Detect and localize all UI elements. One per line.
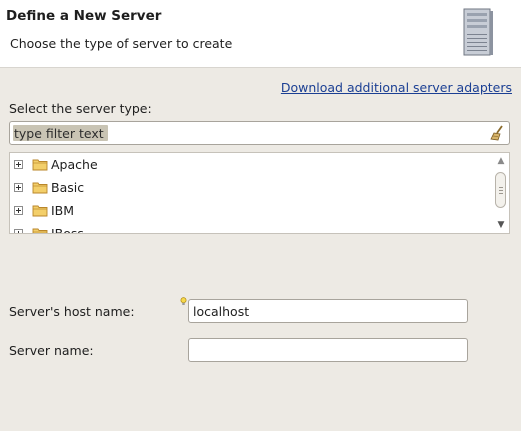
wizard-description: Choose the type of server to create — [10, 36, 233, 51]
wizard-title: Define a New Server — [6, 8, 162, 24]
host-name-field[interactable] — [188, 299, 468, 323]
server-tower-icon — [463, 8, 493, 56]
wizard-header: Define a New Server Choose the type of s… — [0, 0, 521, 68]
expand-icon[interactable] — [14, 159, 23, 169]
tree-item-apache[interactable]: Apache — [10, 153, 490, 175]
tree-item-ibm[interactable]: IBM — [10, 199, 490, 221]
folder-icon — [32, 228, 48, 233]
broom-icon[interactable] — [489, 125, 505, 141]
download-adapters-link[interactable]: Download additional server adapters — [281, 80, 512, 95]
grip-line — [499, 193, 503, 194]
expand-icon[interactable] — [14, 182, 23, 192]
tree-item-label: IBM — [51, 202, 75, 218]
expand-icon[interactable] — [14, 228, 23, 233]
tree-scrollbar[interactable]: ▲ ▼ — [493, 153, 509, 233]
expand-icon[interactable] — [14, 205, 23, 215]
filter-field[interactable] — [9, 121, 510, 145]
server-name-field[interactable] — [188, 338, 468, 362]
tree-item-label: Apache — [51, 156, 98, 172]
folder-icon — [32, 159, 48, 170]
scrollbar-thumb[interactable] — [495, 172, 506, 208]
server-name-input[interactable] — [191, 341, 465, 359]
tree-item-basic[interactable]: Basic — [10, 176, 490, 198]
host-name-input[interactable] — [191, 302, 465, 320]
lightbulb-icon — [180, 297, 187, 305]
server-name-label: Server name: — [9, 343, 94, 358]
server-type-tree[interactable]: Apache Basic IBM JBoss ▲ ▼ — [9, 152, 510, 234]
folder-icon — [32, 182, 48, 193]
tree-item-label: JBoss — [51, 225, 84, 234]
scroll-up-arrow-icon[interactable]: ▲ — [496, 156, 506, 166]
server-type-label: Select the server type: — [9, 101, 152, 116]
tree-item-label: Basic — [51, 179, 85, 195]
tree-item-jboss[interactable]: JBoss — [10, 222, 490, 234]
folder-icon — [32, 205, 48, 216]
grip-line — [499, 190, 503, 191]
scroll-down-arrow-icon[interactable]: ▼ — [496, 220, 506, 230]
filter-input[interactable] — [12, 124, 486, 142]
host-name-label: Server's host name: — [9, 304, 135, 319]
grip-line — [499, 187, 503, 188]
